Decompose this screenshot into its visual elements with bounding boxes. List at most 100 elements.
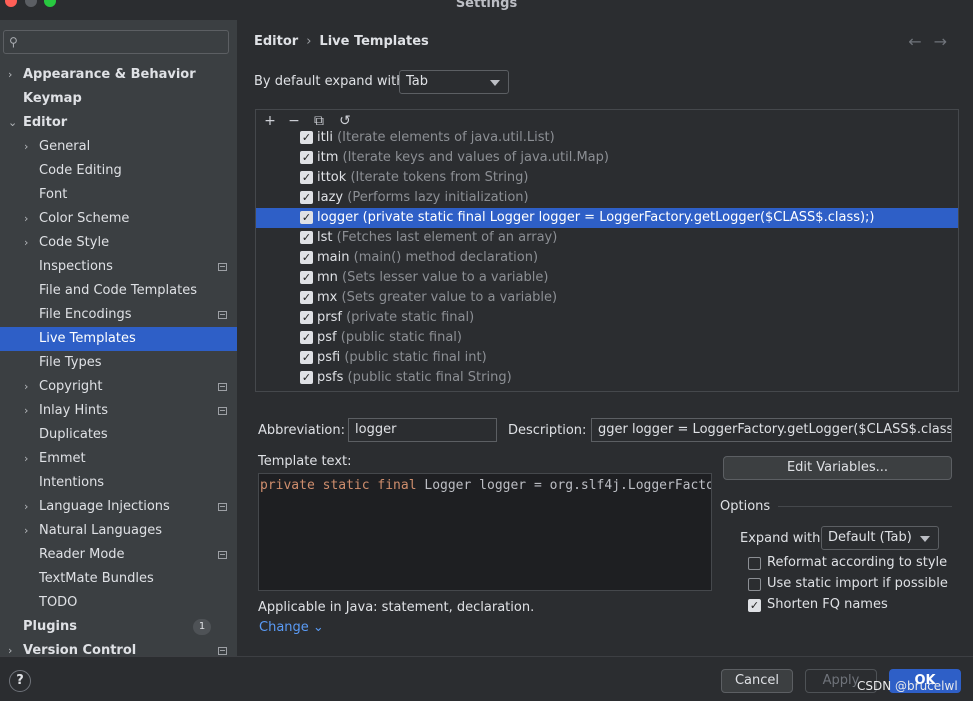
breadcrumb-current: Live Templates	[319, 34, 429, 49]
template-enabled-checkbox[interactable]: ✓	[300, 351, 313, 364]
template-enabled-checkbox[interactable]: ✓	[300, 171, 313, 184]
template-abbreviation: psfi	[317, 350, 341, 365]
sidebar-item-general[interactable]: › General	[0, 135, 237, 159]
static-import-label: Use static import if possible	[767, 576, 948, 591]
sidebar-item-color-scheme[interactable]: › Color Scheme	[0, 207, 237, 231]
template-description: (Iterate tokens from String)	[350, 170, 529, 185]
dialog-footer: ? Cancel Apply OK CSDN @brucelwl	[0, 656, 973, 701]
template-enabled-checkbox[interactable]: ✓	[300, 331, 313, 344]
chevron-right-icon: ›	[24, 212, 29, 225]
expand-with-value: Default (Tab)	[828, 530, 912, 545]
shorten-fq-checkbox[interactable]: ✓	[748, 599, 761, 612]
search-icon: ⚲	[9, 35, 18, 49]
template-abbreviation: mx	[317, 290, 338, 305]
edit-variables-button[interactable]: Edit Variables...	[723, 456, 952, 480]
help-button[interactable]: ?	[9, 670, 31, 692]
sidebar-item-language-injections[interactable]: › Language Injections	[0, 495, 237, 519]
static-import-checkbox[interactable]	[748, 578, 761, 591]
template-enabled-checkbox[interactable]: ✓	[300, 371, 313, 384]
sidebar-item-label: File and Code Templates	[39, 283, 197, 298]
sidebar-item-intentions[interactable]: Intentions	[0, 471, 237, 495]
sidebar-item-emmet[interactable]: › Emmet	[0, 447, 237, 471]
back-arrow-icon[interactable]: ←	[908, 32, 933, 51]
template-row[interactable]: ✓ psfi (public static final int)	[256, 348, 958, 368]
sidebar-item-file-types[interactable]: File Types	[0, 351, 237, 375]
template-enabled-checkbox[interactable]: ✓	[300, 251, 313, 264]
code-text: Logger logger = org.slf4j.LoggerFacto	[416, 478, 712, 493]
template-row[interactable]: ✓ lazy (Performs lazy initialization)	[256, 188, 958, 208]
cancel-button[interactable]: Cancel	[721, 669, 793, 693]
sidebar-item-inlay-hints[interactable]: › Inlay Hints	[0, 399, 237, 423]
template-row[interactable]: ✓ itm (Iterate keys and values of java.u…	[256, 148, 958, 168]
template-row[interactable]: ✓ prsf (private static final)	[256, 308, 958, 328]
template-description: (main() method declaration)	[353, 250, 539, 265]
sidebar-item-label: TextMate Bundles	[39, 571, 154, 586]
sidebar-item-live-templates[interactable]: Live Templates	[0, 327, 237, 351]
template-enabled-checkbox[interactable]: ✓	[300, 291, 313, 304]
reformat-label: Reformat according to style	[767, 555, 948, 570]
default-expand-dropdown[interactable]: Tab	[399, 70, 509, 94]
template-abbreviation: itli	[317, 130, 333, 145]
sidebar-item-label: File Encodings	[39, 307, 132, 322]
expand-with-dropdown[interactable]: Default (Tab)	[821, 526, 939, 550]
sidebar-item-label: Color Scheme	[39, 211, 130, 226]
template-row-selected[interactable]: ✓ logger (private static final Logger lo…	[256, 208, 958, 228]
sidebar-item-code-editing[interactable]: Code Editing	[0, 159, 237, 183]
sidebar-item-natural-languages[interactable]: › Natural Languages	[0, 519, 237, 543]
template-enabled-checkbox[interactable]: ✓	[300, 231, 313, 244]
template-description: (public static final)	[340, 330, 462, 345]
live-templates-panel: Editor › Live Templates ←→ By default expa…	[237, 20, 973, 656]
sidebar-item-copyright[interactable]: › Copyright	[0, 375, 237, 399]
project-scope-icon	[218, 551, 227, 559]
chevron-right-icon: ›	[8, 68, 13, 81]
shorten-fq-label: Shorten FQ names	[767, 597, 888, 612]
template-row[interactable]: ✓ psfs (public static final String)	[256, 368, 958, 388]
sidebar-item-label: Appearance & Behavior	[23, 67, 196, 82]
sidebar-item-appearance[interactable]: › Appearance & Behavior	[0, 63, 237, 87]
project-scope-icon	[218, 503, 227, 511]
template-abbreviation: itm	[317, 150, 339, 165]
template-abbreviation: lst	[317, 230, 333, 245]
template-row[interactable]: ✓ itli (Iterate elements of java.util.Li…	[256, 128, 958, 148]
template-enabled-checkbox[interactable]: ✓	[300, 191, 313, 204]
template-row[interactable]: ✓ mx (Sets greater value to a variable)	[256, 288, 958, 308]
abbreviation-input[interactable]: logger	[348, 418, 497, 442]
sidebar-item-plugins[interactable]: Plugins 1	[0, 615, 237, 639]
template-row[interactable]: ✓ psf (public static final)	[256, 328, 958, 348]
sidebar-item-reader-mode[interactable]: Reader Mode	[0, 543, 237, 567]
settings-search-input[interactable]: ⚲	[3, 30, 229, 54]
sidebar-item-duplicates[interactable]: Duplicates	[0, 423, 237, 447]
plugins-update-badge: 1	[193, 619, 211, 635]
breadcrumb-parent[interactable]: Editor	[254, 34, 298, 49]
reformat-checkbox[interactable]	[748, 557, 761, 570]
sidebar-item-font[interactable]: Font	[0, 183, 237, 207]
description-input[interactable]: gger logger = LoggerFactory.getLogger($C…	[591, 418, 952, 442]
chevron-down-icon: ⌄	[8, 116, 18, 129]
template-row[interactable]: ✓ lst (Fetches last element of an array)	[256, 228, 958, 248]
template-text-editor[interactable]: private static final Logger logger = org…	[258, 473, 712, 591]
sidebar-item-keymap[interactable]: Keymap	[0, 87, 237, 111]
template-row[interactable]: ✓ mn (Sets lesser value to a variable)	[256, 268, 958, 288]
sidebar-item-inspections[interactable]: Inspections	[0, 255, 237, 279]
sidebar-item-code-style[interactable]: › Code Style	[0, 231, 237, 255]
forward-arrow-icon[interactable]: →	[934, 32, 959, 51]
template-enabled-checkbox[interactable]: ✓	[300, 271, 313, 284]
project-scope-icon	[218, 383, 227, 391]
sidebar-item-editor[interactable]: ⌄ Editor	[0, 111, 237, 135]
sidebar-item-file-encodings[interactable]: File Encodings	[0, 303, 237, 327]
chevron-right-icon: ›	[24, 500, 29, 513]
sidebar-item-textmate-bundles[interactable]: TextMate Bundles	[0, 567, 237, 591]
sidebar-item-version-control[interactable]: › Version Control	[0, 639, 237, 656]
abbreviation-label: Abbreviation:	[258, 423, 346, 438]
change-context-link[interactable]: Change ⌄	[259, 620, 324, 635]
template-row[interactable]: ✓ main (main() method declaration)	[256, 248, 958, 268]
template-enabled-checkbox[interactable]: ✓	[300, 151, 313, 164]
template-enabled-checkbox[interactable]: ✓	[300, 131, 313, 144]
template-enabled-checkbox[interactable]: ✓	[300, 211, 313, 224]
template-row[interactable]: ✓ ittok (Iterate tokens from String)	[256, 168, 958, 188]
breadcrumb-separator: ›	[306, 34, 312, 49]
template-enabled-checkbox[interactable]: ✓	[300, 311, 313, 324]
template-abbreviation: mn	[317, 270, 338, 285]
sidebar-item-file-code-templates[interactable]: File and Code Templates	[0, 279, 237, 303]
sidebar-item-todo[interactable]: TODO	[0, 591, 237, 615]
